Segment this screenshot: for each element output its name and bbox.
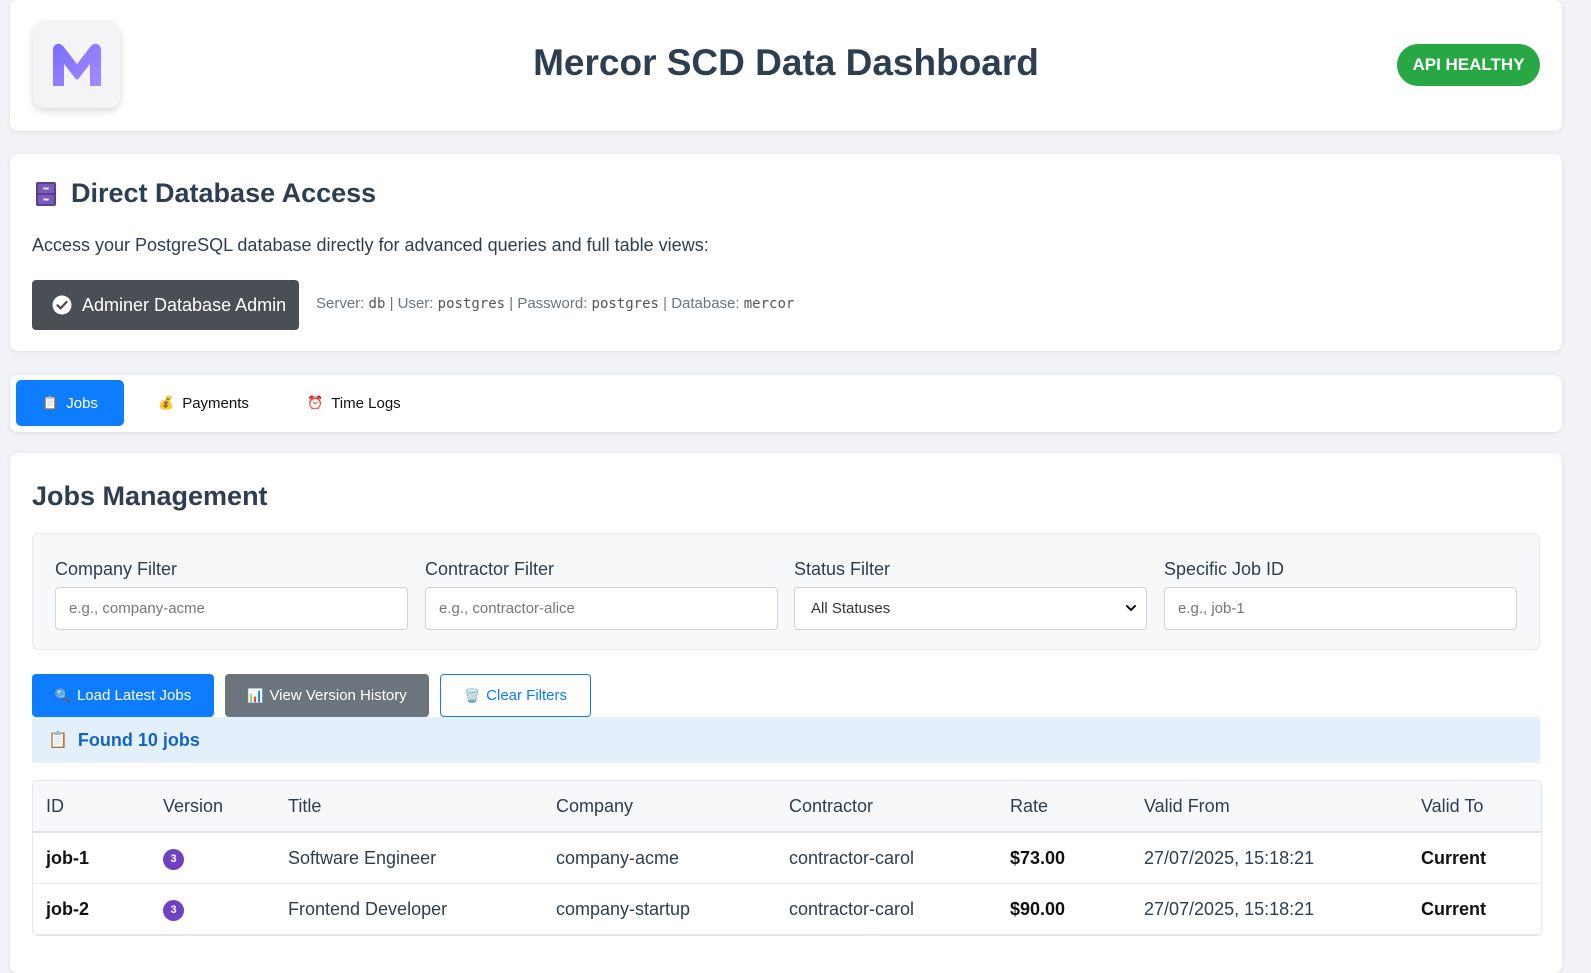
wastebasket-icon: 🗑️	[463, 687, 481, 703]
column-header-version[interactable]: Version	[150, 781, 275, 833]
cell-rate: $90.00	[997, 883, 1131, 935]
database-label: | Database:	[663, 295, 740, 312]
database-credentials: Server: db | User: postgres | Password: …	[316, 295, 794, 312]
tab-bar: 📋 Jobs 💰 Payments ⏰ Time Logs	[10, 375, 1562, 432]
user-value: postgres	[437, 296, 506, 312]
tab-payments-label: Payments	[182, 394, 249, 412]
clear-filters-label: Clear Filters	[486, 687, 568, 704]
database-access-title: Direct Database Access	[71, 178, 377, 208]
cell-valid-from: 27/07/2025, 15:18:21	[1131, 832, 1408, 884]
results-count-text: Found 10 jobs	[77, 729, 200, 750]
jobs-title: Jobs Management	[32, 481, 268, 511]
tab-payments[interactable]: 💰 Payments	[158, 380, 258, 426]
status-filter-group: Status Filter All Statuses	[794, 559, 1147, 630]
server-value: db	[368, 296, 386, 312]
column-header-company[interactable]: Company	[543, 781, 776, 833]
filters-panel: Company Filter Contractor Filter Status …	[32, 533, 1540, 650]
load-latest-jobs-label: Load Latest Jobs	[76, 687, 192, 704]
cell-id: job-1	[33, 832, 150, 884]
table-row[interactable]: job-2 3 Frontend Developer company-start…	[33, 883, 1541, 935]
tab-time-logs[interactable]: ⏰ Time Logs	[307, 380, 407, 426]
header: Mercor SCD Data Dashboard API HEALTHY	[10, 0, 1562, 131]
database-value: mercor	[743, 296, 795, 312]
cell-contractor: contractor-carol	[776, 883, 997, 935]
file-cabinet-icon	[36, 181, 56, 206]
column-header-contractor[interactable]: Contractor	[776, 781, 997, 833]
column-header-title[interactable]: Title	[275, 781, 543, 833]
status-filter-label: Status Filter	[794, 559, 891, 579]
status-filter-wrapper: All Statuses	[794, 587, 1147, 630]
password-value: postgres	[591, 296, 659, 312]
cell-id: job-2	[33, 883, 150, 935]
bar-chart-icon: 📊	[247, 687, 264, 703]
database-access-panel: Direct Database Access Access your Postg…	[10, 154, 1562, 351]
contractor-filter-input[interactable]	[425, 587, 778, 630]
column-header-id[interactable]: ID	[33, 781, 150, 833]
cell-title: Frontend Developer	[275, 883, 543, 935]
adminer-button[interactable]: Adminer Database Admin	[32, 280, 299, 330]
clipboard-icon: 📋	[42, 395, 59, 410]
clear-filters-button[interactable]: 🗑️ Clear Filters	[440, 674, 591, 717]
cell-company: company-startup	[543, 883, 776, 935]
cell-version: 3	[150, 883, 275, 935]
page-title: Mercor SCD Data Dashboard	[533, 42, 1039, 83]
job-id-filter-group: Specific Job ID	[1164, 559, 1517, 630]
company-filter-label: Company Filter	[55, 559, 178, 579]
company-filter-input[interactable]	[55, 587, 408, 630]
status-filter-select[interactable]: All Statuses	[794, 587, 1147, 630]
load-latest-jobs-button[interactable]: 🔍 Load Latest Jobs	[32, 674, 214, 717]
tab-time-logs-label: Time Logs	[331, 394, 401, 412]
contractor-filter-label: Contractor Filter	[425, 559, 555, 579]
table-header-row: ID Version Title Company Contractor Rate…	[33, 781, 1541, 833]
user-label: | User:	[389, 295, 434, 312]
check-circle-icon	[52, 295, 72, 315]
column-header-valid-from[interactable]: Valid From	[1131, 781, 1408, 833]
column-header-valid-to[interactable]: Valid To	[1408, 781, 1541, 833]
alarm-clock-icon: ⏰	[307, 395, 324, 410]
version-badge: 3	[163, 899, 184, 921]
magnifier-icon: 🔍	[54, 687, 71, 703]
version-badge: 3	[163, 848, 184, 870]
cell-rate: $73.00	[997, 832, 1131, 884]
company-filter-group: Company Filter	[55, 559, 408, 630]
api-status-badge: API HEALTHY	[1397, 44, 1540, 86]
cell-valid-to: Current	[1408, 883, 1541, 935]
adminer-button-label: Adminer Database Admin	[82, 294, 287, 315]
job-id-filter-input[interactable]	[1164, 587, 1517, 630]
view-version-history-button[interactable]: 📊 View Version History	[225, 674, 429, 717]
clipboard-icon: 📋	[48, 732, 68, 749]
chevron-down-icon	[1126, 605, 1136, 612]
jobs-table: ID Version Title Company Contractor Rate…	[32, 780, 1542, 936]
database-access-heading: Direct Database Access	[35, 178, 376, 209]
money-bag-icon: 💰	[158, 395, 175, 410]
job-id-filter-label: Specific Job ID	[1164, 559, 1285, 579]
cell-company: company-acme	[543, 832, 776, 884]
results-count-banner: 📋 Found 10 jobs	[32, 717, 1540, 763]
cell-valid-from: 27/07/2025, 15:18:21	[1131, 883, 1408, 935]
tab-jobs[interactable]: 📋 Jobs	[16, 380, 124, 426]
cell-valid-to: Current	[1408, 832, 1541, 884]
view-version-history-label: View Version History	[269, 687, 407, 704]
cell-version: 3	[150, 832, 275, 884]
password-label: | Password:	[509, 295, 588, 312]
cell-contractor: contractor-carol	[776, 832, 997, 884]
server-label: Server:	[316, 295, 365, 312]
cell-title: Software Engineer	[275, 832, 543, 884]
tab-jobs-label: Jobs	[66, 394, 98, 412]
database-access-description: Access your PostgreSQL database directly…	[32, 235, 709, 255]
contractor-filter-group: Contractor Filter	[425, 559, 778, 630]
table-row[interactable]: job-1 3 Software Engineer company-acme c…	[33, 832, 1541, 884]
jobs-panel: Jobs Management Company Filter Contracto…	[10, 453, 1562, 973]
column-header-rate[interactable]: Rate	[997, 781, 1131, 833]
